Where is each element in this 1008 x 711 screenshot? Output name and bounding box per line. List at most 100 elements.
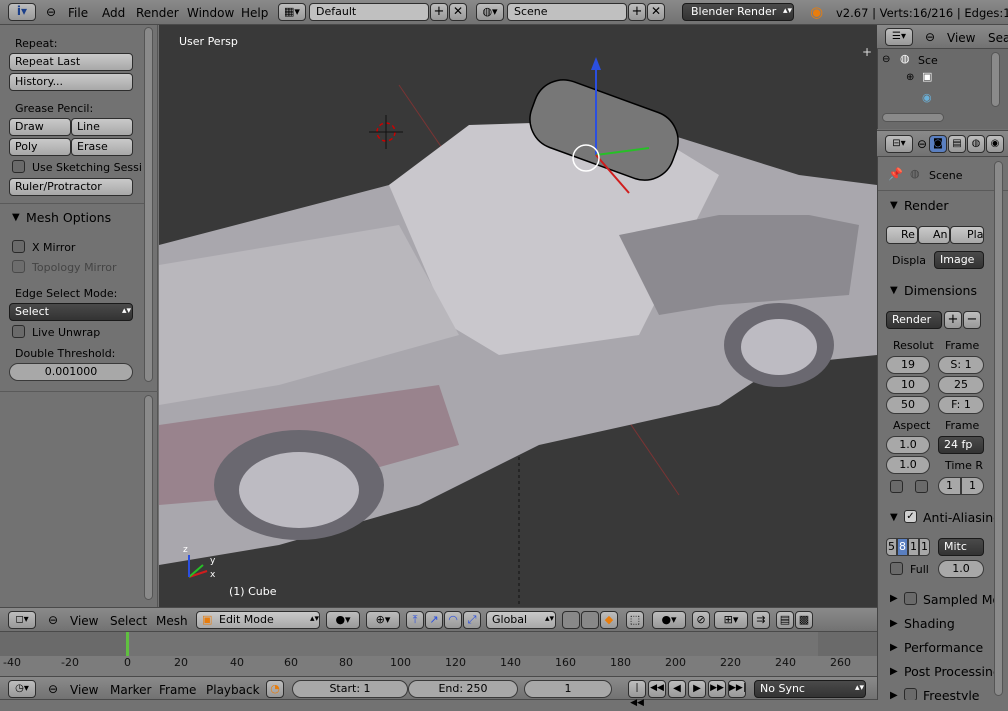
panel-expand-icon[interactable]: ▶ xyxy=(890,690,898,700)
menu-help[interactable]: Help xyxy=(241,6,268,20)
render-panel-header[interactable]: Render xyxy=(904,198,949,213)
render-preview-icon[interactable]: ▤ xyxy=(776,611,794,629)
panel-collapse-icon[interactable]: ▼ xyxy=(890,512,898,523)
collapse-icon[interactable]: ⊖ xyxy=(48,682,58,696)
dimensions-panel-header[interactable]: Dimensions xyxy=(904,283,977,298)
panel-expand-icon[interactable]: ▶ xyxy=(890,618,898,629)
time-new-field[interactable]: 1 xyxy=(961,477,984,495)
history-button[interactable]: History... xyxy=(9,73,133,91)
crop-checkbox[interactable] xyxy=(915,480,928,493)
outliner-item[interactable]: Sce xyxy=(918,54,938,67)
jump-key-back-icon[interactable]: ◀◀ xyxy=(648,680,666,698)
mesh-options-header[interactable]: Mesh Options xyxy=(26,210,111,225)
editor-type-icon[interactable]: i▾ xyxy=(8,3,36,21)
menu-marker[interactable]: Marker xyxy=(110,683,151,697)
aa-sample-11[interactable]: 1 xyxy=(908,538,919,556)
topology-mirror-checkbox[interactable] xyxy=(12,260,25,273)
resolution-percent-field[interactable]: 50 xyxy=(886,396,930,414)
outliner-search[interactable]: Sear xyxy=(988,31,1008,45)
editor-type-icon[interactable]: ⊟▾ xyxy=(885,135,913,153)
shortcut-icon[interactable]: ⇉ xyxy=(752,611,770,629)
line-button[interactable]: Line xyxy=(71,118,133,136)
menu-mesh[interactable]: Mesh xyxy=(156,614,188,628)
x-mirror-checkbox[interactable] xyxy=(12,240,25,253)
anti-aliasing-checkbox[interactable]: ✓ xyxy=(904,510,917,523)
outliner-scrollbar[interactable] xyxy=(991,52,1000,107)
menu-playback[interactable]: Playback xyxy=(206,683,260,697)
editor-type-icon[interactable]: ◻▾ xyxy=(8,611,36,629)
properties-scrollbar[interactable] xyxy=(994,161,1003,696)
render-tab-icon[interactable]: ◙ xyxy=(929,135,947,153)
edge-select-icon[interactable] xyxy=(581,611,599,629)
performance-panel-header[interactable]: Performance xyxy=(904,640,983,655)
add-preset-icon[interactable]: + xyxy=(944,311,962,329)
resolution-x-field[interactable]: 19 xyxy=(886,356,930,374)
menu-add[interactable]: Add xyxy=(102,6,125,20)
current-frame-marker[interactable] xyxy=(126,632,129,658)
jump-start-icon[interactable]: |◀◀ xyxy=(628,680,646,708)
end-frame-field[interactable]: End: 250 xyxy=(408,680,518,698)
sampled-motion-header[interactable]: Sampled Mo xyxy=(923,592,1000,607)
ruler-button[interactable]: Ruler/Protractor xyxy=(9,178,133,196)
remove-layout-icon[interactable]: ✕ xyxy=(449,3,467,21)
editor-type-icon[interactable]: ☰▾ xyxy=(885,28,913,46)
sync-dropdown[interactable]: No Sync xyxy=(754,680,866,698)
panel-collapse-icon[interactable]: ▼ xyxy=(890,285,898,296)
frame-start-field[interactable]: S: 1 xyxy=(938,356,984,374)
resolution-y-field[interactable]: 10 xyxy=(886,376,930,394)
pin-icon[interactable]: 📌 xyxy=(888,167,903,181)
add-region-icon[interactable]: + xyxy=(862,45,872,59)
panel-expand-icon[interactable]: ▶ xyxy=(890,666,898,677)
scale-icon[interactable]: ⤢ xyxy=(463,611,481,629)
scene-icon[interactable]: ◍▾ xyxy=(476,3,504,21)
shading-icon[interactable]: ●▾ xyxy=(326,611,360,629)
menu-render[interactable]: Render xyxy=(136,6,179,20)
jump-key-forward-icon[interactable]: ▶▶ xyxy=(708,680,726,698)
aa-sample-8[interactable]: 8 xyxy=(897,538,908,556)
remove-scene-icon[interactable]: ✕ xyxy=(647,3,665,21)
menu-view[interactable]: View xyxy=(70,683,98,697)
expand-icon[interactable]: ⊖ xyxy=(882,54,890,65)
render-engine-dropdown[interactable]: Blender Render xyxy=(682,3,794,21)
timeline-area[interactable] xyxy=(0,632,877,676)
menu-frame[interactable]: Frame xyxy=(159,683,196,697)
add-layout-icon[interactable]: + xyxy=(430,3,448,21)
current-frame-field[interactable]: 1 xyxy=(524,680,612,698)
time-old-field[interactable]: 1 xyxy=(938,477,961,495)
aspect-x-field[interactable]: 1.0 xyxy=(886,436,930,454)
live-unwrap-checkbox[interactable] xyxy=(12,325,25,338)
play-icon[interactable]: ▶ xyxy=(688,680,706,698)
panel-expand-icon[interactable]: ▶ xyxy=(890,593,898,604)
freestyle-checkbox[interactable] xyxy=(904,688,917,700)
scene-field[interactable]: Scene xyxy=(507,3,627,21)
face-select-icon[interactable]: ◆ xyxy=(600,611,618,629)
filter-size-field[interactable]: 1.0 xyxy=(938,560,984,578)
manipulator-icon[interactable]: ⤒ xyxy=(406,611,424,629)
start-frame-field[interactable]: Start: 1 xyxy=(292,680,408,698)
snap-element-icon[interactable]: ⊞▾ xyxy=(714,611,748,629)
aspect-y-field[interactable]: 1.0 xyxy=(886,456,930,474)
jump-end-icon[interactable]: ▶▶| xyxy=(728,680,746,698)
layout-icon[interactable]: ▦▾ xyxy=(278,3,306,21)
aa-sample-16[interactable]: 1 xyxy=(919,538,930,556)
panel-collapse-icon[interactable]: ▼ xyxy=(890,200,898,211)
outliner-hscrollbar[interactable] xyxy=(882,113,944,122)
snap-icon[interactable]: ⊘ xyxy=(692,611,710,629)
panel-expand-icon[interactable]: ▶ xyxy=(890,642,898,653)
repeat-last-button[interactable]: Repeat Last xyxy=(9,53,133,71)
menu-view[interactable]: View xyxy=(70,614,98,628)
collapse-icon[interactable]: ⊖ xyxy=(48,613,58,627)
animation-button[interactable]: An xyxy=(918,226,950,244)
shelf-scrollbar-lower[interactable] xyxy=(144,395,153,600)
menu-view[interactable]: View xyxy=(947,31,975,45)
post-processing-panel-header[interactable]: Post Processing xyxy=(904,664,1001,679)
collapse-icon[interactable]: ⊖ xyxy=(925,30,935,44)
vertex-select-icon[interactable] xyxy=(562,611,580,629)
frame-step-field[interactable]: F: 1 xyxy=(938,396,984,414)
layout-field[interactable]: Default xyxy=(309,3,429,21)
remove-preset-icon[interactable]: − xyxy=(963,311,981,329)
menu-window[interactable]: Window xyxy=(187,6,234,20)
sketching-checkbox[interactable] xyxy=(12,160,25,173)
expand-icon[interactable]: ⊕ xyxy=(906,72,914,83)
render-layers-tab-icon[interactable]: ▤ xyxy=(948,135,966,153)
